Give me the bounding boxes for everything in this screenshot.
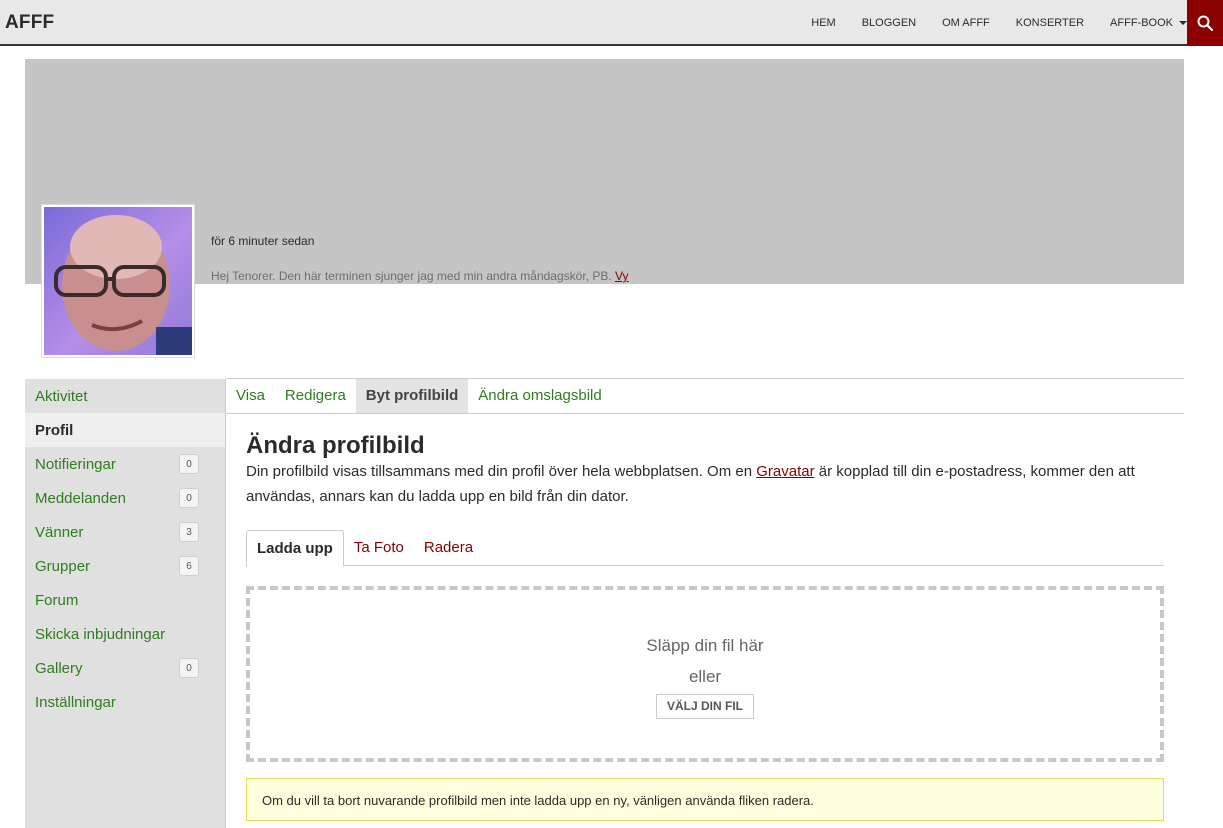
nav-item-afff-book[interactable]: AFFF-BOOK bbox=[1110, 17, 1187, 29]
sidebar-item-notifieringar[interactable]: Notifieringar 0 bbox=[25, 447, 225, 481]
top-bar: AFFF HEM BLOGGEN OM AFFF KONSERTER AFFF-… bbox=[0, 0, 1223, 46]
search-icon bbox=[1197, 15, 1213, 31]
info-notice: Om du vill ta bort nuvarande profilbild … bbox=[246, 778, 1164, 821]
sidebar-item-grupper[interactable]: Grupper 6 bbox=[25, 549, 225, 583]
intro-text-start: Din profilbild visas tillsammans med din… bbox=[246, 463, 757, 480]
nav-item-om-afff[interactable]: OM AFFF bbox=[942, 17, 990, 29]
choose-file-button[interactable]: VÄLJ DIN FIL bbox=[656, 694, 754, 719]
profile-sidebar: Aktivitet Profil Notifieringar 0 Meddela… bbox=[25, 379, 226, 828]
sidebar-item-meddelanden[interactable]: Meddelanden 0 bbox=[25, 481, 225, 515]
caret-down-icon bbox=[1179, 21, 1187, 25]
status-text: Hej Tenorer. Den här terminen sjunger ja… bbox=[211, 269, 615, 283]
sidebar-item-label: Inställningar bbox=[35, 693, 116, 711]
subnav-visa[interactable]: Visa bbox=[226, 379, 275, 413]
count-badge: 3 bbox=[179, 522, 199, 542]
cover-image bbox=[25, 59, 1184, 284]
sidebar-item-label: Aktivitet bbox=[35, 387, 88, 405]
tab-ta-foto[interactable]: Ta Foto bbox=[344, 530, 414, 566]
sidebar-item-profil[interactable]: Profil bbox=[25, 413, 225, 447]
count-badge: 6 bbox=[179, 556, 199, 576]
subnav-byt-profilbild[interactable]: Byt profilbild bbox=[355, 379, 469, 413]
sidebar-item-label: Gallery bbox=[35, 659, 83, 677]
status-view-link[interactable]: Vy bbox=[615, 269, 629, 283]
file-dropzone[interactable]: Släpp din fil här eller VÄLJ DIN FIL bbox=[246, 586, 1164, 762]
drop-text: Släpp din fil här bbox=[646, 636, 764, 655]
subnav-redigera[interactable]: Redigera bbox=[275, 379, 356, 413]
sidebar-item-label: Forum bbox=[35, 591, 79, 609]
nav-item-hem[interactable]: HEM bbox=[811, 17, 835, 29]
sidebar-item-label: Meddelanden bbox=[35, 489, 126, 507]
nav-item-afff-book-label: AFFF-BOOK bbox=[1110, 17, 1173, 29]
search-button[interactable] bbox=[1187, 0, 1223, 46]
count-badge: 0 bbox=[179, 488, 199, 508]
main-nav: HEM BLOGGEN OM AFFF KONSERTER AFFF-BOOK bbox=[785, 0, 1187, 46]
avatar-photo bbox=[44, 207, 192, 355]
tab-radera[interactable]: Radera bbox=[414, 530, 483, 566]
subnav-andra-omslagsbild[interactable]: Ändra omslagsbild bbox=[468, 379, 611, 413]
page-title: Ändra profilbild bbox=[246, 432, 425, 459]
sidebar-item-skicka-inbjudningar[interactable]: Skicka inbjudningar bbox=[25, 617, 225, 651]
gravatar-link[interactable]: Gravatar bbox=[756, 463, 814, 480]
site-title[interactable]: AFFF bbox=[5, 12, 54, 34]
profile-subnav: Visa Redigera Byt profilbild Ändra omsla… bbox=[226, 378, 1184, 414]
count-badge: 0 bbox=[179, 454, 199, 474]
sidebar-item-label: Notifieringar bbox=[35, 455, 116, 473]
sidebar-item-label: Vänner bbox=[35, 523, 84, 541]
nav-item-konserter[interactable]: KONSERTER bbox=[1016, 17, 1084, 29]
latest-status: Hej Tenorer. Den här terminen sjunger ja… bbox=[211, 269, 629, 283]
sidebar-item-gallery[interactable]: Gallery 0 bbox=[25, 651, 225, 685]
sidebar-item-label: Skicka inbjudningar bbox=[35, 625, 166, 643]
sidebar-item-forum[interactable]: Forum bbox=[25, 583, 225, 617]
count-badge: 0 bbox=[179, 658, 199, 678]
profile-avatar[interactable] bbox=[41, 204, 195, 358]
sidebar-item-label: Profil bbox=[35, 421, 74, 439]
or-text: eller bbox=[688, 667, 722, 686]
activity-time: för 6 minuter sedan bbox=[211, 234, 315, 248]
nav-item-bloggen[interactable]: BLOGGEN bbox=[862, 17, 916, 29]
intro-text: Din profilbild visas tillsammans med din… bbox=[246, 459, 1166, 509]
sidebar-item-installningar[interactable]: Inställningar bbox=[25, 685, 225, 719]
sidebar-item-label: Grupper bbox=[35, 557, 91, 575]
sidebar-item-aktivitet[interactable]: Aktivitet bbox=[25, 379, 225, 413]
sidebar-item-vanner[interactable]: Vänner 3 bbox=[25, 515, 225, 549]
tab-ladda-upp[interactable]: Ladda upp bbox=[246, 530, 344, 567]
avatar-tabs: Ladda upp Ta Foto Radera bbox=[246, 530, 1164, 567]
